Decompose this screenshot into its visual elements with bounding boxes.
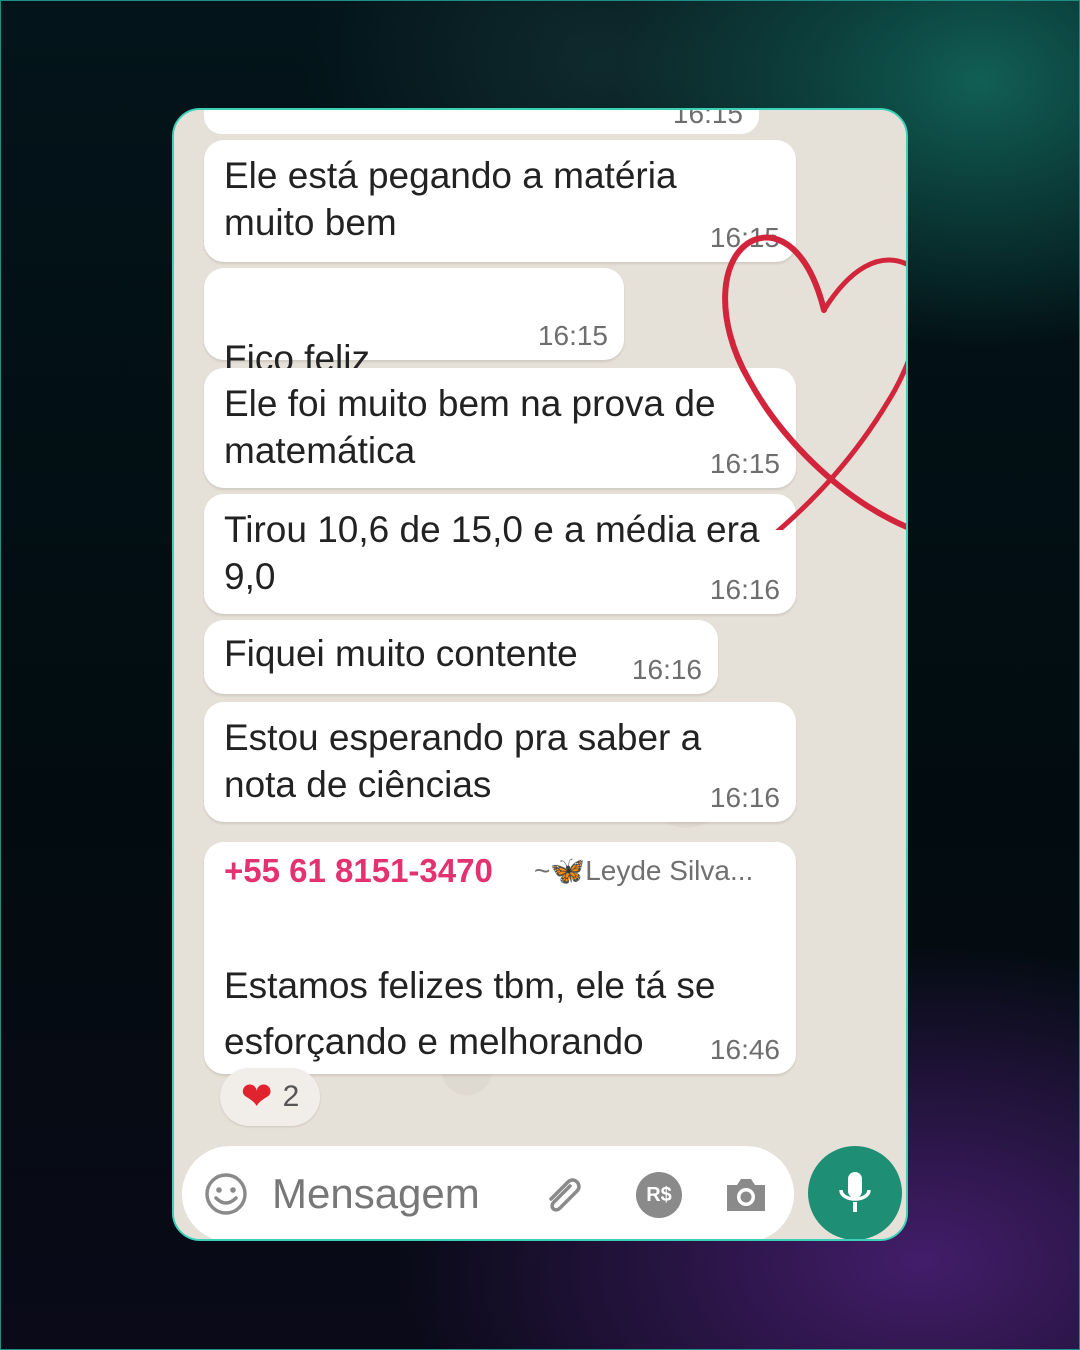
reaction-count: 2 <box>282 1080 300 1113</box>
message-text-content: Estamos felizes tbm, ele tá se esforçand… <box>224 965 716 1062</box>
heart-emoji: ❤ <box>240 1076 273 1118</box>
heart-doodle-icon <box>722 234 906 530</box>
chat-screenshot-frame: 16:15 Ele está pegando a matéria muito b… <box>172 108 908 1241</box>
message-time: 16:16 <box>709 782 780 813</box>
currency-label: R$ <box>646 1183 672 1206</box>
message-input[interactable]: Mensagem <box>272 1170 480 1218</box>
message-text: Ele foi muito bem na prova de matemática <box>224 383 716 471</box>
partial-message-bubble[interactable]: 16:15 <box>204 108 759 134</box>
camera-icon[interactable] <box>722 1172 770 1218</box>
message-bubble[interactable]: Estou esperando pra saber a nota de ciên… <box>204 702 796 822</box>
message-bubble[interactable]: Ele foi muito bem na prova de matemática… <box>204 368 796 488</box>
mic-icon <box>839 1172 871 1212</box>
sender-phone-number[interactable]: +55 61 8151-3470 <box>224 852 493 890</box>
message-bubble[interactable]: Tirou 10,6 de 15,0 e a média era 9,0 16:… <box>204 494 796 614</box>
sender-display-name: ~🦋Leyde Silva... <box>534 855 754 886</box>
message-composer[interactable]: Mensagem R$ <box>182 1146 794 1239</box>
message-bubble[interactable]: Fiquei muito contente 16:16 <box>204 620 718 694</box>
reply-message-bubble[interactable]: +55 61 8151-3470 ~🦋Leyde Silva... Estamo… <box>204 842 796 1122</box>
message-bubble[interactable]: Fico feliz ✨✨ 16:15 <box>204 268 624 426</box>
emoji-icon[interactable] <box>202 1170 250 1218</box>
message-time: 16:16 <box>631 654 702 685</box>
message-text: Estou esperando pra saber a nota de ciên… <box>224 717 702 805</box>
message-text: Tirou 10,6 de 15,0 e a média era 9,0 <box>224 509 760 597</box>
message-text: Ele está pegando a matéria muito bem <box>224 155 677 243</box>
message-time: 16:15 <box>537 320 608 351</box>
attach-icon[interactable] <box>540 1172 586 1218</box>
mic-button[interactable] <box>808 1146 902 1239</box>
message-time: 16:16 <box>709 574 780 605</box>
message-time: 16:15 <box>672 108 743 129</box>
message-bubble[interactable]: Ele está pegando a matéria muito bem 16:… <box>204 140 796 262</box>
message-reaction[interactable]: ❤ 2 <box>220 1068 320 1126</box>
message-time: 16:46 <box>709 1034 780 1065</box>
payment-icon[interactable]: R$ <box>636 1172 682 1218</box>
message-text: Fiquei muito contente <box>224 633 578 674</box>
